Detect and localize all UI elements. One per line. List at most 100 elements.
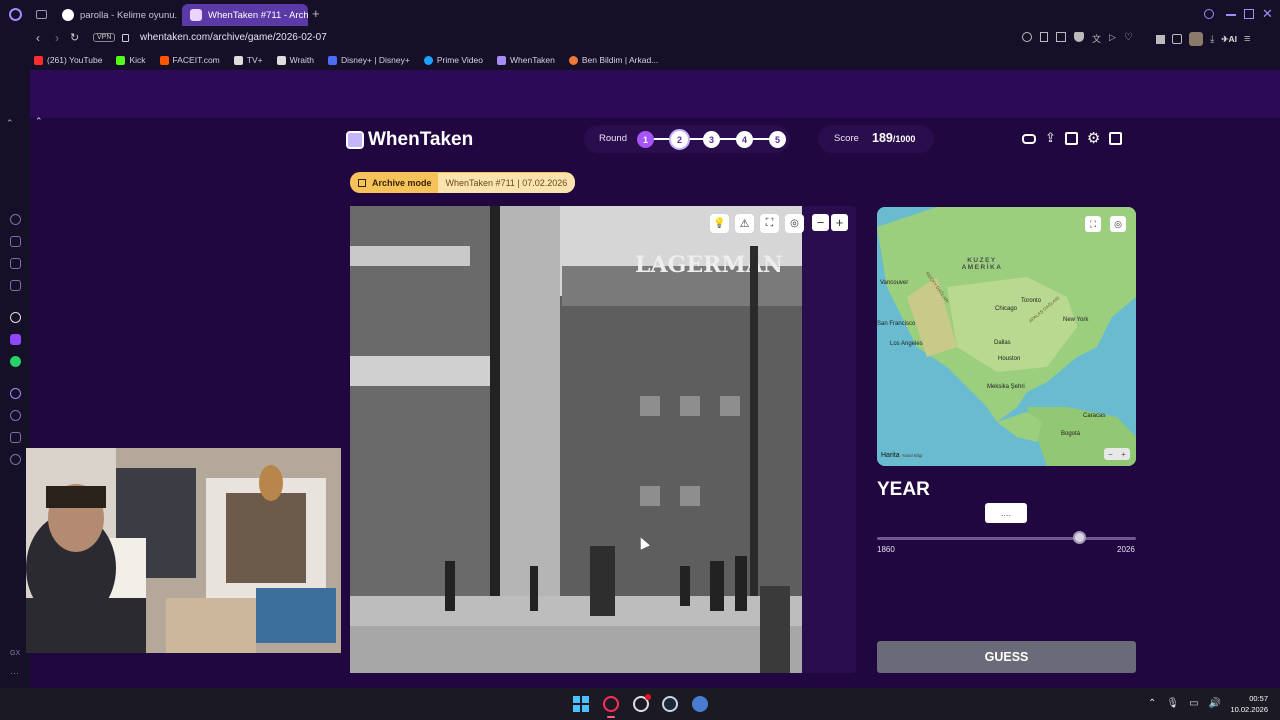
collapse-banner-icon[interactable]: ⌃ [35,116,43,127]
speaker-icon[interactable]: 🔊 [1209,698,1221,709]
focus-icon[interactable]: ◎ [785,214,804,233]
bookmark-prime[interactable]: Prime Video [423,55,483,65]
guess-button-label: GUESS [984,650,1029,664]
reload-icon[interactable]: ↻ [70,31,79,44]
opera-logo-icon[interactable] [9,8,22,21]
play-icon[interactable]: ▷ [1109,32,1116,45]
profile-icon[interactable] [1109,132,1123,145]
slider-max-label: 2026 [1117,545,1135,554]
stats-icon[interactable] [1064,132,1078,145]
tab-parolla[interactable]: parolla - Kelime oyunu. Gü [54,4,178,26]
zoom-in-button[interactable]: + [831,214,848,231]
fullscreen-icon[interactable]: ⛶ [760,214,779,233]
city-los-angeles: Los Angeles [890,341,923,347]
whatsapp-icon[interactable] [10,356,21,367]
bookmark-wraith[interactable]: Wraith [276,55,314,65]
tab-overview-icon[interactable] [36,10,47,19]
zoom-icon[interactable] [1022,32,1032,42]
close-button[interactable]: ✕ [1262,6,1273,22]
menu-icon[interactable]: ≡ [1244,33,1250,45]
guess-button[interactable]: GUESS [877,641,1136,673]
search-tabs-icon[interactable] [1204,9,1214,19]
vpn-badge[interactable]: VPN [93,33,116,42]
bookmark-whentaken[interactable]: WhenTaken [496,55,555,65]
opera-gx-taskbar-icon[interactable] [603,696,619,712]
heart-icon[interactable]: ♡ [1124,32,1133,45]
more-icon[interactable]: ··· [10,668,19,678]
map-fullscreen-button[interactable]: ⛶ [1085,216,1101,232]
wraith-icon [276,55,286,65]
calendar-icon [358,178,366,187]
twitch-icon[interactable] [10,334,21,345]
round-3-dot: 3 [703,131,720,148]
pin-icon[interactable] [1040,32,1048,42]
bookmark-youtube[interactable]: (261) YouTube [34,55,102,65]
slider-min-label: 1860 [877,545,895,554]
round-5-dot: 5 [769,131,786,148]
youtube-icon [34,55,43,65]
player-icon[interactable] [10,388,21,399]
logo[interactable]: WhenTaken [346,129,473,151]
historic-photo[interactable]: LAGERMAN [350,206,802,673]
avatar[interactable] [1189,32,1203,46]
chatgpt-icon[interactable] [10,312,21,323]
extensions-sidebar-icon[interactable] [10,432,21,443]
zoom-controls: − + [812,214,848,231]
microphone-icon[interactable]: 🎙 [1166,698,1179,709]
city-new-york: New York [1063,317,1089,323]
clock-date: 10.02.2026 [1230,705,1268,714]
zoom-out-button[interactable]: − [812,214,829,231]
year-slider-thumb[interactable] [1072,531,1086,544]
shield-icon[interactable] [1074,32,1084,42]
controller-icon[interactable] [1022,134,1036,144]
map-zoom-out-icon[interactable]: − [1108,450,1113,459]
share-icon[interactable]: ⇪ [1045,131,1056,145]
url-field[interactable]: whentaken.com/archive/game/2026-02-07 [140,32,327,43]
report-warning-icon[interactable]: ⚠ [735,214,754,233]
whentaken-favicon-icon [190,9,202,21]
ad-banner [30,70,1280,118]
bookmark-tvplus[interactable]: TV+ [233,55,263,65]
windows-start-icon[interactable] [573,696,589,712]
collapse-icon[interactable]: ⌃ [6,118,14,129]
bookmark-faceit[interactable]: FACEIT.com [159,55,220,65]
bookmark-disney[interactable]: Disney+ | Disney+ [328,55,410,65]
year-slider-track[interactable] [877,537,1136,540]
puzzle-icon[interactable] [1172,34,1182,44]
monitor-icon[interactable]: ▭ [1189,698,1198,709]
maximize-button[interactable] [1244,9,1254,19]
steam-taskbar-icon[interactable] [662,696,678,712]
gx-corner-icon[interactable] [10,236,21,247]
bookmark-kick[interactable]: Kick [116,55,146,65]
bookmark-benbildim[interactable]: Ben Bildim | Arkad... [568,55,658,65]
map-zoom-controls[interactable]: − + [1104,448,1130,460]
tab-whentaken[interactable]: WhenTaken #711 - Archive [182,4,308,26]
archive-info: WhenTaken #711 | 07.02.2026 [437,172,576,193]
messenger-icon[interactable] [10,280,21,291]
camera-logo-icon [346,131,364,149]
back-icon[interactable]: ‹ [36,31,40,45]
hint-bulb-icon[interactable]: 💡 [710,214,729,233]
clock[interactable]: 00:57 10.02.2026 [1228,693,1268,715]
city-bogota: Bogotá [1061,431,1081,437]
map-zoom-in-icon[interactable]: + [1121,450,1126,459]
history-icon[interactable] [10,410,21,421]
extension-icon[interactable] [1156,34,1165,44]
guess-map[interactable]: KUZEY AMERİKA ROCKY DAĞLARI APALAŞ DAĞLA… [877,207,1136,466]
aria-icon[interactable] [10,214,21,225]
app-taskbar-icon[interactable] [692,696,708,712]
minimize-button[interactable] [1226,14,1236,16]
new-tab-button[interactable]: + [312,6,320,21]
translate-icon[interactable]: 文 [1092,32,1101,45]
map-locate-button[interactable]: ◎ [1110,216,1126,232]
forward-icon[interactable]: › [55,31,59,45]
download-icon[interactable]: ⤓ [1210,34,1214,45]
gear-icon[interactable]: ⚙ [1087,131,1100,146]
city-toronto: Toronto [1021,298,1042,304]
faceit-icon [159,55,169,65]
tray-chevron-icon[interactable]: ⌃ [1148,698,1156,709]
discord-icon[interactable] [10,258,21,269]
ai-button[interactable]: ✈AI [1221,34,1237,45]
settings-sidebar-icon[interactable] [10,454,21,465]
snapshot-icon[interactable] [1056,32,1066,42]
